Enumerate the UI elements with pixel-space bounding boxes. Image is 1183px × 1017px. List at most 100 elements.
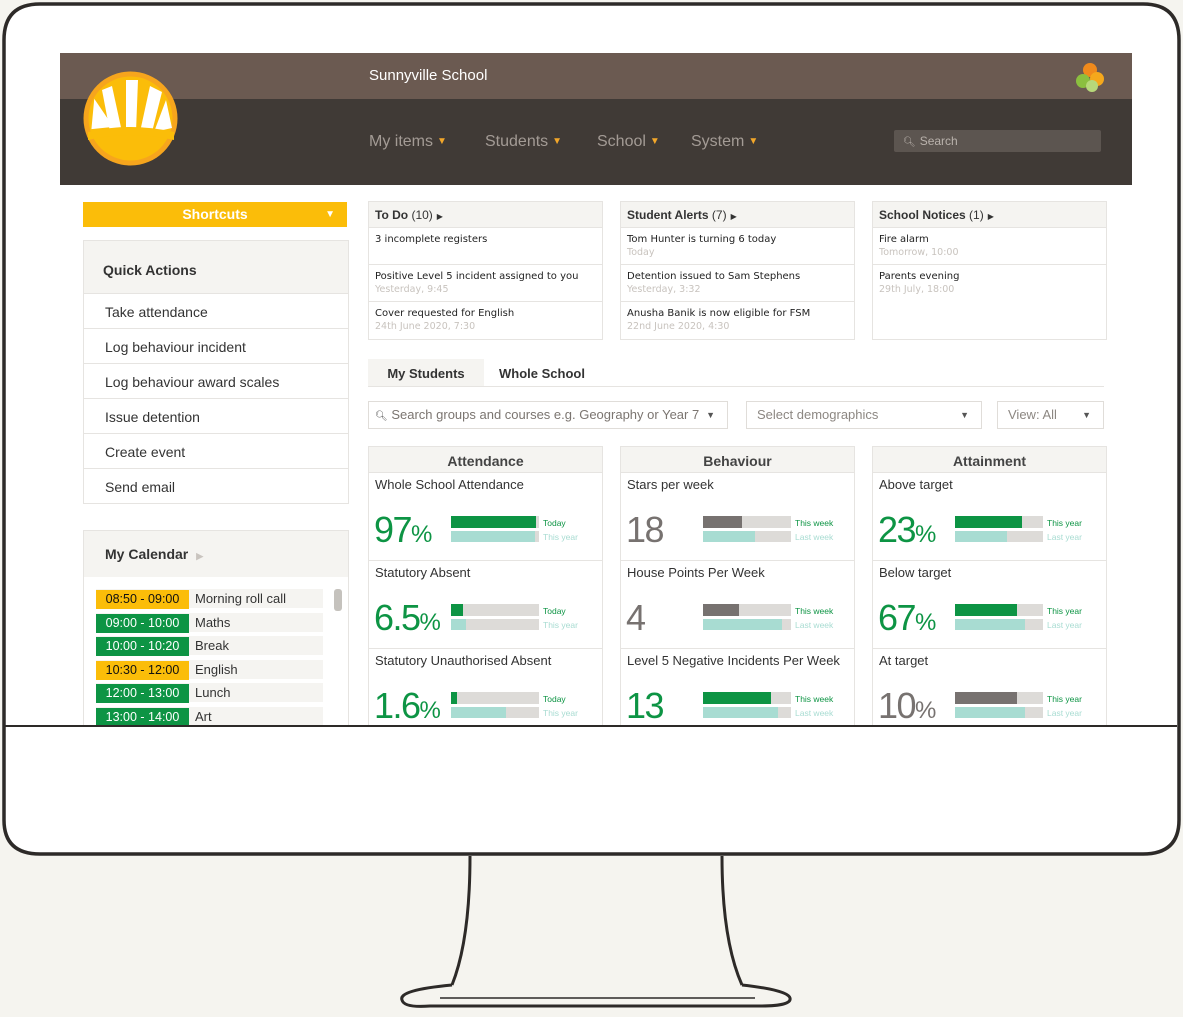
search-placeholder: Search xyxy=(919,134,958,148)
metric-title: Whole School Attendance xyxy=(375,477,524,492)
chevron-right-icon: ▶ xyxy=(196,551,204,561)
calendar-event[interactable]: 08:50 - 09:00 Morning roll call xyxy=(96,589,323,609)
alerts-item[interactable]: Tom Hunter is turning 6 today Today xyxy=(621,227,854,264)
item-text: Tom Hunter is turning 6 today xyxy=(627,234,777,245)
caret-down-icon: ▼ xyxy=(437,136,447,147)
calendar-event[interactable]: 10:30 - 12:00 English xyxy=(96,659,323,680)
previous-period-fill xyxy=(451,707,506,718)
shortcuts-button[interactable]: Shortcuts ▼ xyxy=(83,202,347,227)
previous-period-label: This year xyxy=(543,532,578,542)
calendar-event[interactable]: 10:00 - 10:20 Break xyxy=(96,636,323,657)
school-sun-logo-icon xyxy=(83,71,178,166)
tab-my-students[interactable]: My Students xyxy=(368,359,484,386)
alerts-item[interactable]: Detention issued to Sam Stephens Yesterda… xyxy=(621,264,854,301)
metric-title: House Points Per Week xyxy=(627,565,765,580)
attendance-heading: Attendance xyxy=(369,447,602,472)
metric-card[interactable]: Above target 23% This year Last year xyxy=(873,472,1106,560)
metric-card[interactable]: House Points Per Week 4 This week Last week xyxy=(621,560,854,648)
current-period-label: This week xyxy=(795,518,834,528)
item-text: Detention issued to Sam Stephens xyxy=(627,271,801,282)
notices-title: School Notices xyxy=(879,208,966,222)
shortcuts-label: Shortcuts xyxy=(182,206,248,222)
metric-unit: % xyxy=(915,521,937,548)
calendar-title[interactable]: My Calendar ▶ xyxy=(84,531,348,577)
previous-period-label: Last year xyxy=(1047,708,1082,718)
item-text: Anusha Banik is now eligible for FSM xyxy=(627,308,811,319)
nav-students[interactable]: Students ▼ xyxy=(485,133,562,151)
metric-value: 67% xyxy=(878,597,936,639)
metric-card[interactable]: Level 5 Negative Incidents Per Week 13 Thi… xyxy=(621,648,854,725)
demographics-select[interactable]: Select demographics ▼ xyxy=(746,401,982,429)
current-period-fill xyxy=(703,516,742,528)
notices-item[interactable]: Fire alarm Tomorrow, 10:00 xyxy=(873,227,1106,264)
current-period-label: Today xyxy=(543,606,566,616)
todo-item[interactable]: 3 incomplete registers xyxy=(369,227,602,264)
quick-action-log-award-scales[interactable]: Log behaviour award scales xyxy=(84,363,348,398)
event-time: 10:00 - 10:20 xyxy=(96,637,189,657)
nav-label: Students xyxy=(485,133,549,150)
nav-my-items[interactable]: My items ▼ xyxy=(369,133,447,151)
caret-right-icon: ▶ xyxy=(436,212,443,221)
groups-search-placeholder: Search groups and courses e.g. Geography… xyxy=(391,407,700,422)
previous-period-fill xyxy=(955,707,1026,718)
metric-unit: % xyxy=(419,609,441,636)
current-period-label: This week xyxy=(795,694,834,704)
view-select[interactable]: View: All ▼ xyxy=(997,401,1104,429)
previous-period-bar xyxy=(451,531,539,542)
previous-period-label: Last week xyxy=(795,708,834,718)
metric-card[interactable]: Stars per week 18 This week Last week xyxy=(621,472,854,560)
tab-whole-school[interactable]: Whole School xyxy=(484,359,600,386)
event-time: 12:00 - 13:00 xyxy=(96,684,189,704)
metric-title: Stars per week xyxy=(627,477,714,492)
previous-period-bar xyxy=(451,707,539,718)
item-text: Cover requested for English xyxy=(375,308,515,319)
metric-value: 4 xyxy=(626,597,646,639)
calendar-event[interactable]: 09:00 - 10:00 Maths xyxy=(96,612,323,633)
groups-search-input[interactable]: 🔍︎ Search groups and courses e.g. Geogra… xyxy=(368,401,728,429)
current-period-label: This year xyxy=(1047,518,1082,528)
metric-card[interactable]: Statutory Absent 6.5% Today This year xyxy=(369,560,602,648)
notices-item[interactable]: Parents evening 29th July, 18:00 xyxy=(873,264,1106,301)
notices-header[interactable]: School Notices (1) ▶ xyxy=(873,202,1106,227)
previous-period-fill xyxy=(955,619,1026,630)
event-label: Break xyxy=(195,638,229,654)
current-period-fill xyxy=(451,692,458,704)
calendar-scrollbar[interactable] xyxy=(334,589,342,611)
todo-header[interactable]: To Do (10) ▶ xyxy=(369,202,602,227)
metric-card[interactable]: Whole School Attendance 97% Today This year xyxy=(369,472,602,560)
todo-count: (10) xyxy=(411,208,433,222)
quick-action-send-email[interactable]: Send email xyxy=(84,468,348,503)
nav-school[interactable]: School ▼ xyxy=(597,133,660,151)
behaviour-heading: Behaviour xyxy=(621,447,854,472)
alerts-count: (7) xyxy=(711,208,727,222)
calendar-event[interactable]: 13:00 - 14:00 Art xyxy=(96,707,323,725)
metric-title: Statutory Absent xyxy=(375,565,471,580)
quick-action-issue-detention[interactable]: Issue detention xyxy=(84,398,348,433)
metric-card[interactable]: At target 10% This year Last year xyxy=(873,648,1106,725)
item-timestamp: Tomorrow, 10:00 xyxy=(879,247,959,258)
nav-system[interactable]: System ▼ xyxy=(691,133,758,151)
metric-card[interactable]: Statutory Unauthorised Absent 1.6% Today Th… xyxy=(369,648,602,725)
todo-item[interactable]: Positive Level 5 incident assigned to yo… xyxy=(369,264,602,301)
metric-value: 10% xyxy=(878,685,936,725)
alerts-header[interactable]: Student Alerts (7) ▶ xyxy=(621,202,854,227)
chevron-down-icon: ▼ xyxy=(960,410,969,420)
calendar-event[interactable]: 12:00 - 13:00 Lunch xyxy=(96,683,323,704)
metric-card[interactable]: Below target 67% This year Last year xyxy=(873,560,1106,648)
caret-down-icon: ▼ xyxy=(649,136,660,147)
quick-actions-title: Quick Actions xyxy=(84,241,348,293)
caret-right-icon: ▶ xyxy=(987,212,994,221)
current-period-fill xyxy=(955,604,1017,616)
quick-action-take-attendance[interactable]: Take attendance xyxy=(84,293,348,328)
alerts-item[interactable]: Anusha Banik is now eligible for FSM 22nd… xyxy=(621,301,854,338)
event-label: Morning roll call xyxy=(195,591,287,606)
item-timestamp: Yesterday, 3:32 xyxy=(627,284,701,295)
global-search-input[interactable]: 🔍︎ Search xyxy=(894,130,1101,152)
current-period-bar xyxy=(451,692,539,704)
quick-action-create-event[interactable]: Create event xyxy=(84,433,348,468)
todo-item[interactable]: Cover requested for English 24th June 202… xyxy=(369,301,602,338)
quick-action-log-behaviour-incident[interactable]: Log behaviour incident xyxy=(84,328,348,363)
metric-value: 13 xyxy=(626,685,665,725)
alerts-title: Student Alerts xyxy=(627,208,709,222)
current-period-label: This year xyxy=(1047,606,1082,616)
